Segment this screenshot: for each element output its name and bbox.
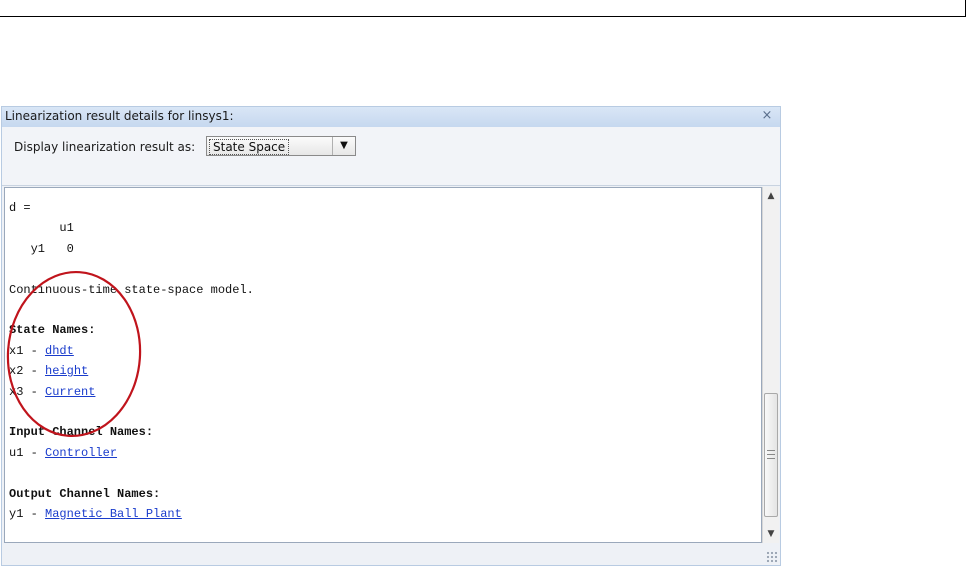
resize-grip-icon[interactable] bbox=[766, 551, 778, 563]
grip-icon bbox=[767, 450, 775, 459]
linearization-details-window: Linearization result details for linsys1… bbox=[1, 106, 781, 566]
output-channel-heading: Output Channel Names: bbox=[9, 486, 161, 501]
state-names-heading: State Names: bbox=[9, 323, 96, 338]
d-matrix-row-value: 0 bbox=[45, 241, 74, 256]
state-prefix: x1 - bbox=[9, 343, 46, 358]
scroll-up-icon[interactable]: ▲ bbox=[763, 188, 779, 204]
display-format-select[interactable]: State Space ▼ bbox=[206, 136, 356, 156]
display-format-label: Display linearization result as: bbox=[14, 140, 196, 154]
page-header-rule bbox=[0, 0, 966, 17]
display-format-value: State Space bbox=[209, 139, 290, 155]
status-bar bbox=[2, 544, 780, 565]
output-prefix: y1 - bbox=[9, 507, 46, 522]
result-text: d = u1 y1 0 Continuous-time state-space … bbox=[9, 198, 254, 525]
state-link-dhdt[interactable]: dhdt bbox=[45, 344, 74, 358]
model-description: Continuous-time state-space model. bbox=[9, 282, 254, 297]
vertical-scrollbar[interactable]: ▲ ▼ bbox=[762, 187, 779, 543]
output-link-magnetic-ball-plant[interactable]: Magnetic Ball Plant bbox=[45, 507, 182, 521]
display-options-bar: Display linearization result as: State S… bbox=[2, 127, 780, 186]
scroll-down-icon[interactable]: ▼ bbox=[763, 526, 779, 542]
state-link-height[interactable]: height bbox=[45, 364, 88, 378]
state-prefix: x2 - bbox=[9, 364, 46, 379]
result-text-area[interactable]: d = u1 y1 0 Continuous-time state-space … bbox=[4, 187, 762, 543]
input-channel-heading: Input Channel Names: bbox=[9, 425, 154, 440]
title-bar: Linearization result details for linsys1… bbox=[2, 107, 780, 128]
window-title: Linearization result details for linsys1… bbox=[5, 109, 234, 123]
state-prefix: x3 - bbox=[9, 384, 46, 399]
scrollbar-thumb[interactable] bbox=[764, 393, 778, 517]
d-matrix-header: d = bbox=[9, 201, 31, 215]
d-matrix-column-header: u1 bbox=[9, 221, 74, 236]
chevron-down-icon[interactable]: ▼ bbox=[332, 137, 355, 155]
input-prefix: u1 - bbox=[9, 445, 46, 460]
close-icon[interactable]: × bbox=[760, 109, 774, 123]
state-link-current[interactable]: Current bbox=[45, 385, 95, 399]
d-matrix-row-label: y1 bbox=[9, 241, 46, 256]
input-link-controller[interactable]: Controller bbox=[45, 446, 117, 460]
